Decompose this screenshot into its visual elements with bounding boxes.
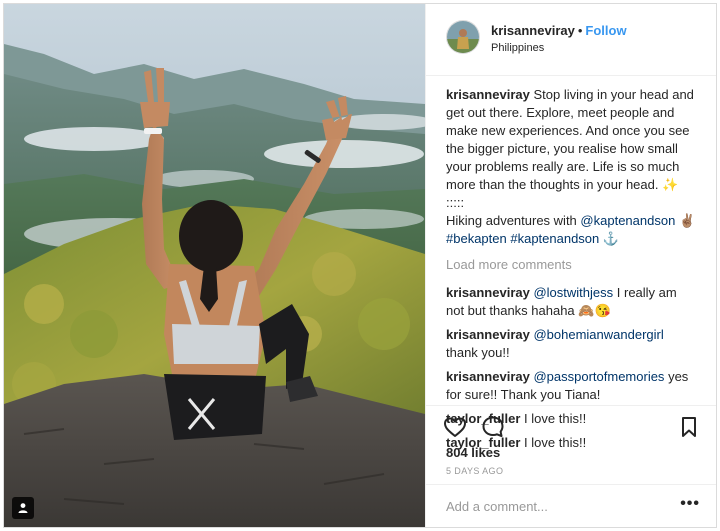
comment-item: krisanneviray @bohemianwandergirl thank … [446,326,698,362]
username-line: krisanneviray • Follow [491,23,627,38]
likes-count[interactable]: 804 likes [446,445,500,460]
add-comment-input[interactable] [446,495,666,517]
caption-emoji: ✌🏽 [678,213,696,228]
hashtag-link[interactable]: #kaptenandson [510,231,599,246]
header-username-link[interactable]: krisanneviray [491,23,575,38]
anchor-emoji: ⚓ [602,231,620,246]
user-tag-icon[interactable] [12,497,34,519]
comment-mention-link[interactable]: @lostwithjess [533,285,613,300]
location-link[interactable]: Philippines [491,42,544,54]
post-timestamp[interactable]: 5 DAYS AGO [446,466,503,476]
caption-mention-link[interactable]: @kaptenandson [580,213,675,228]
bookmark-icon[interactable] [676,414,702,440]
post-side-panel: krisanneviray • Follow Philippines krisann… [425,4,716,527]
follow-button[interactable]: Follow [585,23,626,38]
comment-item: krisanneviray @lostwithjess I really am … [446,284,698,320]
comments-list: krisanneviray Stop living in your head a… [446,86,698,458]
separator-dot: • [577,23,583,38]
post-actions: 804 likes 5 DAYS AGO [426,405,716,477]
photo-illustration [4,4,425,527]
comment-bubble-icon[interactable] [480,414,506,440]
comment-username-link[interactable]: krisanneviray [446,327,530,342]
heart-icon[interactable] [442,414,468,440]
comment-item: krisanneviray @passportofmemories yes fo… [446,368,698,404]
post-caption: krisanneviray Stop living in your head a… [446,86,698,248]
avatar[interactable] [446,20,480,54]
caption-dots: ::::: [446,195,465,210]
comment-username-link[interactable]: krisanneviray [446,285,530,300]
load-more-comments-button[interactable]: Load more comments [446,256,698,274]
post-photo[interactable] [4,4,425,527]
post-card: krisanneviray • Follow Philippines krisann… [3,3,717,528]
post-header: krisanneviray • Follow Philippines [426,4,716,76]
comment-mention-link[interactable]: @bohemianwandergirl [533,327,663,342]
hashtag-link[interactable]: #bekapten [446,231,507,246]
comment-username-link[interactable]: krisanneviray [446,369,530,384]
caption-text: Stop living in your head and get out the… [446,87,694,192]
caption-text-2: Hiking adventures with [446,213,577,228]
caption-username-link[interactable]: krisanneviray [446,87,530,102]
comment-text: thank you!! [446,345,510,360]
comment-mention-link[interactable]: @passportofmemories [533,369,664,384]
add-comment-section: ••• [426,484,716,527]
more-options-button[interactable]: ••• [680,496,700,512]
